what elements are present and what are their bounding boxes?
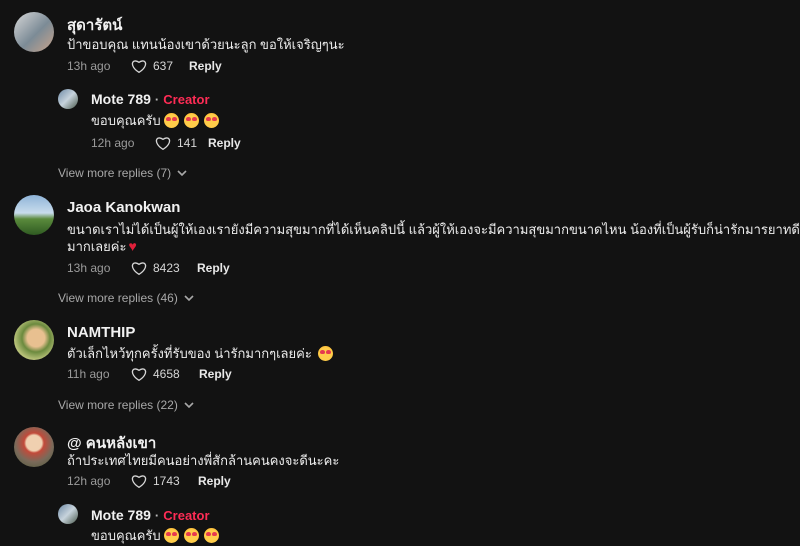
view-more-label[interactable]: View more replies (7) — [58, 166, 171, 180]
reply-username-text[interactable]: Mote 789 — [91, 91, 151, 107]
like-button[interactable]: 1743 — [131, 474, 198, 488]
like-count: 4658 — [153, 367, 180, 381]
reply-text: ขอบคุณครับ — [91, 525, 219, 546]
reply-text-content: ขอบคุณครับ — [91, 113, 161, 128]
like-button[interactable]: 8423 — [131, 261, 197, 275]
heart-outline-icon — [131, 262, 147, 275]
comment-text-content: มากเลยค่ะ — [67, 239, 127, 254]
smiling-face-with-hearts-icon — [317, 346, 333, 361]
avatar[interactable] — [14, 320, 54, 360]
like-button[interactable]: 141 — [155, 136, 208, 150]
reply-button[interactable]: Reply — [199, 367, 232, 381]
comment-text: ตัวเล็กไหว้ทุกครั้งที่รับของ น่ารักมากๆเ… — [67, 343, 333, 364]
chevron-down-icon — [177, 169, 187, 176]
reply-username[interactable]: Mote 789 · Creator — [91, 91, 210, 107]
reply-button[interactable]: Reply — [198, 474, 231, 488]
reply-button[interactable]: Reply — [189, 59, 222, 73]
comment-text: ป้าขอบคุณ แทนน้องเขาด้วยนะลูก ขอให้เจริญ… — [67, 37, 345, 52]
smiling-face-with-hearts-icon — [203, 528, 219, 543]
comment-username[interactable]: NAMTHIP — [67, 324, 135, 341]
avatar[interactable] — [14, 427, 54, 467]
comment-time: 11h ago — [67, 367, 110, 381]
separator-dot: · — [154, 92, 160, 107]
avatar[interactable] — [58, 504, 78, 524]
comment-meta: 13h ago 637 Reply — [67, 58, 222, 74]
like-button[interactable]: 637 — [131, 59, 189, 73]
reply-username-text[interactable]: Mote 789 — [91, 507, 151, 523]
heart-outline-icon — [131, 368, 147, 381]
avatar[interactable] — [14, 195, 54, 235]
comment-text-line2: มากเลยค่ะ ♥ — [67, 236, 137, 257]
view-more-replies[interactable]: View more replies (22) — [58, 398, 194, 412]
smiling-face-with-hearts-icon — [163, 528, 179, 543]
comment-meta: 12h ago 1743 Reply — [67, 473, 231, 489]
reply-text: ขอบคุณครับ — [91, 110, 219, 131]
smiling-face-with-hearts-icon — [163, 113, 179, 128]
comment-text: ถ้าประเทศไทยมีคนอย่างพี่สักล้านคนคงจะดีน… — [67, 453, 340, 468]
view-more-replies[interactable]: View more replies (46) — [58, 291, 194, 305]
creator-badge: Creator — [163, 92, 210, 107]
chevron-down-icon — [184, 401, 194, 408]
view-more-label[interactable]: View more replies (46) — [58, 291, 178, 305]
reply-meta: 12h ago 141 Reply — [91, 135, 241, 151]
avatar[interactable] — [14, 12, 54, 52]
reply-button[interactable]: Reply — [208, 136, 241, 150]
avatar[interactable] — [58, 89, 78, 109]
heart-outline-icon — [131, 60, 147, 73]
comment-meta: 11h ago 4658 Reply — [67, 366, 232, 382]
view-more-replies[interactable]: View more replies (7) — [58, 166, 187, 180]
like-count: 1743 — [153, 474, 180, 488]
comment-time: 13h ago — [67, 261, 111, 275]
smiling-face-with-hearts-icon — [183, 113, 199, 128]
reply-button[interactable]: Reply — [197, 261, 230, 275]
creator-badge: Creator — [163, 508, 210, 523]
like-count: 8423 — [153, 261, 180, 275]
reply-time: 12h ago — [91, 136, 135, 150]
comment-time: 13h ago — [67, 59, 111, 73]
comment-meta: 13h ago 8423 Reply — [67, 260, 230, 276]
like-count: 637 — [153, 59, 174, 73]
heart-outline-icon — [131, 475, 147, 488]
comment-text: ขนาดเราไม่ได้เป็นผู้ให้เองเรายังมีความสุ… — [67, 222, 800, 237]
reply-username[interactable]: Mote 789 · Creator — [91, 507, 210, 523]
reply-text-content: ขอบคุณครับ — [91, 528, 161, 543]
comment-username[interactable]: Jaoa Kanokwan — [67, 199, 180, 216]
smiling-face-with-hearts-icon — [203, 113, 219, 128]
smiling-face-with-hearts-icon — [183, 528, 199, 543]
comment-time: 12h ago — [67, 474, 111, 488]
red-heart-icon: ♥ — [128, 238, 137, 254]
comment-text-content: ตัวเล็กไหว้ทุกครั้งที่รับของ น่ารักมากๆเ… — [67, 346, 312, 361]
like-count: 141 — [177, 136, 198, 150]
heart-outline-icon — [155, 137, 171, 150]
view-more-label[interactable]: View more replies (22) — [58, 398, 178, 412]
like-button[interactable]: 4658 — [131, 367, 199, 381]
chevron-down-icon — [184, 294, 194, 301]
separator-dot: · — [154, 508, 160, 523]
